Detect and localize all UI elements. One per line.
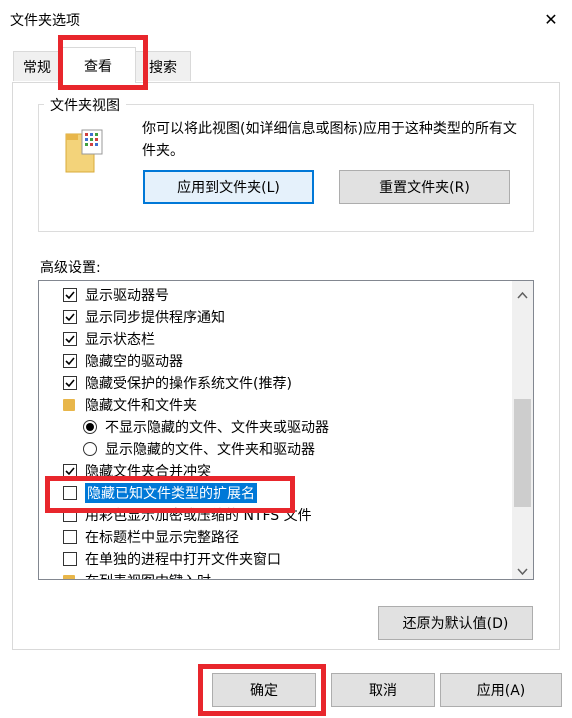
list-item-label: 在标题栏中显示完整路径 bbox=[85, 530, 239, 546]
apply-to-folders-button[interactable]: 应用到文件夹(L) bbox=[143, 170, 314, 204]
checkbox[interactable] bbox=[63, 464, 77, 478]
tab-view-label: 查看 bbox=[84, 58, 112, 75]
list-item[interactable]: 隐藏空的驱动器 bbox=[63, 350, 183, 372]
list-item-label: 不显示隐藏的文件、文件夹或驱动器 bbox=[105, 420, 329, 436]
checkbox[interactable] bbox=[63, 288, 77, 302]
list-item[interactable]: 隐藏受保护的操作系统文件(推荐) bbox=[63, 372, 292, 394]
checkbox[interactable] bbox=[63, 486, 77, 500]
list-item-label: 在列表视图中键入时 bbox=[85, 571, 211, 579]
list-item-label: 显示状态栏 bbox=[85, 332, 155, 348]
list-item[interactable]: 显示隐藏的文件、文件夹和驱动器 bbox=[83, 438, 315, 460]
apply-button[interactable]: 应用(A) bbox=[440, 673, 562, 707]
list-item-label: 在单独的进程中打开文件夹窗口 bbox=[85, 552, 281, 568]
close-button[interactable]: ✕ bbox=[534, 4, 568, 34]
list-item[interactable]: 在标题栏中显示完整路径 bbox=[63, 526, 239, 548]
list-item-label: 隐藏文件和文件夹 bbox=[85, 398, 197, 414]
reset-folders-button[interactable]: 重置文件夹(R) bbox=[339, 170, 510, 204]
close-icon: ✕ bbox=[544, 9, 558, 29]
checkbox[interactable] bbox=[63, 354, 77, 368]
list-item[interactable]: 在单独的进程中打开文件夹窗口 bbox=[63, 548, 281, 570]
apply-to-folders-label: 应用到文件夹(L) bbox=[177, 180, 280, 196]
list-item: 在列表视图中键入时 bbox=[63, 570, 211, 579]
title-bar bbox=[0, 0, 572, 38]
radio-dot bbox=[86, 423, 94, 431]
list-item-label: 隐藏受保护的操作系统文件(推荐) bbox=[85, 376, 292, 392]
checkbox[interactable] bbox=[63, 552, 77, 566]
list-item[interactable]: 显示状态栏 bbox=[63, 328, 155, 350]
scroll-up-icon[interactable] bbox=[517, 287, 528, 303]
list-item-selected[interactable]: 隐藏已知文件类型的扩展名 bbox=[63, 482, 257, 504]
radio-button[interactable] bbox=[83, 420, 97, 434]
list-item[interactable]: 隐藏文件夹合并冲突 bbox=[63, 460, 211, 482]
list-item[interactable]: 不显示隐藏的文件、文件夹或驱动器 bbox=[83, 416, 329, 438]
list-item-label: 隐藏空的驱动器 bbox=[85, 354, 183, 370]
scroll-thumb[interactable] bbox=[514, 399, 531, 507]
tab-search-label: 搜索 bbox=[149, 59, 177, 76]
radio-button[interactable] bbox=[83, 442, 97, 456]
advanced-settings-label: 高级设置: bbox=[40, 260, 101, 276]
cancel-button[interactable]: 取消 bbox=[331, 673, 435, 707]
folder-views-label: 文件夹视图 bbox=[44, 95, 126, 115]
checkbox[interactable] bbox=[63, 530, 77, 544]
list-item[interactable]: 显示同步提供程序通知 bbox=[63, 306, 225, 328]
list-item-label: 隐藏文件夹合并冲突 bbox=[85, 464, 211, 480]
advanced-settings-list[interactable]: 显示驱动器号 显示同步提供程序通知 显示状态栏 隐藏空的驱动器 隐藏受保护的操作… bbox=[38, 280, 534, 580]
ok-button-label: 确定 bbox=[250, 683, 278, 699]
checkbox[interactable] bbox=[63, 508, 77, 522]
window-title: 文件夹选项 bbox=[10, 13, 80, 29]
scrollbar[interactable] bbox=[512, 281, 533, 579]
restore-defaults-label: 还原为默认值(D) bbox=[402, 616, 509, 632]
list-item-label: 显示同步提供程序通知 bbox=[85, 310, 225, 326]
folder-icon bbox=[63, 575, 75, 579]
list-item-label: 隐藏已知文件类型的扩展名 bbox=[85, 483, 257, 503]
tab-general-label: 常规 bbox=[23, 59, 51, 76]
restore-defaults-button[interactable]: 还原为默认值(D) bbox=[378, 606, 533, 640]
checkbox[interactable] bbox=[63, 332, 77, 346]
list-item: 隐藏文件和文件夹 bbox=[63, 394, 197, 416]
checkbox[interactable] bbox=[63, 376, 77, 390]
ok-button[interactable]: 确定 bbox=[212, 673, 316, 707]
scroll-down-icon[interactable] bbox=[517, 564, 528, 579]
list-item[interactable]: 用彩色显示加密或压缩的 NTFS 文件 bbox=[63, 504, 312, 526]
list-item[interactable]: 显示驱动器号 bbox=[63, 284, 169, 306]
list-item-label: 显示驱动器号 bbox=[85, 288, 169, 304]
apply-button-label: 应用(A) bbox=[476, 683, 526, 699]
folder-icon bbox=[63, 399, 75, 411]
cancel-button-label: 取消 bbox=[369, 683, 397, 699]
reset-folders-label: 重置文件夹(R) bbox=[379, 180, 470, 196]
checkbox[interactable] bbox=[63, 310, 77, 324]
tab-general[interactable]: 常规 bbox=[13, 51, 61, 81]
folder-views-description: 你可以将此视图(如详细信息或图标)应用于这种类型的所有文件夹。 bbox=[142, 121, 517, 159]
tab-view[interactable]: 查看 bbox=[60, 47, 136, 83]
tab-search[interactable]: 搜索 bbox=[135, 51, 191, 81]
list-item-label: 显示隐藏的文件、文件夹和驱动器 bbox=[105, 442, 315, 458]
list-item-label: 用彩色显示加密或压缩的 NTFS 文件 bbox=[85, 508, 312, 524]
folder-view-icon bbox=[64, 128, 104, 178]
